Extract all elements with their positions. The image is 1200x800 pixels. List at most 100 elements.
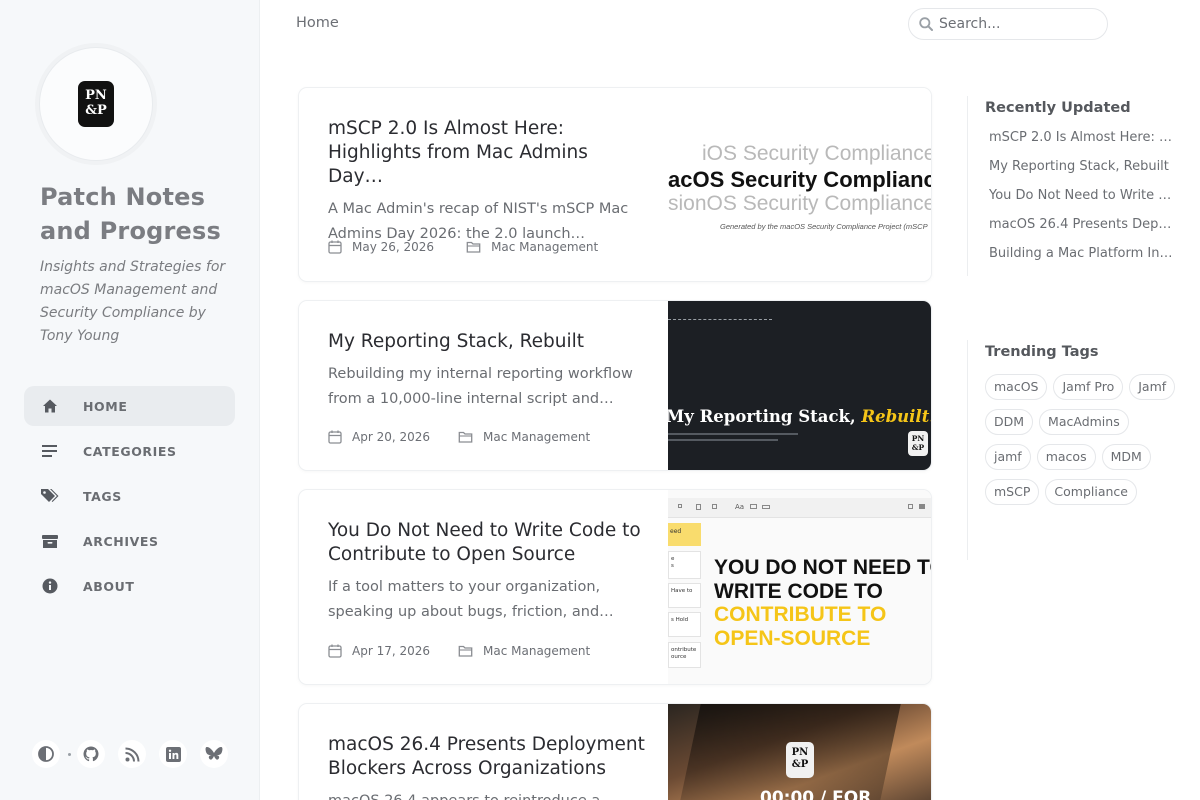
post-title[interactable]: My Reporting Stack, Rebuilt [328,330,648,354]
post-card-body: mSCP 2.0 Is Almost Here: Highlights from… [328,117,648,247]
sidebar: PN &P Patch Notes and Progress Insights … [0,0,260,800]
trending-tags-panel: Trending Tags macOS Jamf Pro Jamf DDM Ma… [967,340,1187,560]
post-thumbnail[interactable]: iOS Security Compliance acOS Security Co… [668,88,931,281]
folder-icon [458,431,473,443]
tag-chip[interactable]: MacAdmins [1039,409,1129,435]
nav-item-categories[interactable]: CATEGORIES [24,431,235,471]
sidebar-nav: HOME CATEGORIES TAGS ARCHIVES ABOUT [24,386,235,611]
post-date: Apr 20, 2026 [352,430,431,444]
nav-label: TAGS [83,488,122,504]
nav-item-tags[interactable]: TAGS [24,476,235,516]
thumb-toolbar: Aa [668,498,931,518]
post-description: macOS 26.4 appears to reintroduce a logi… [328,789,648,800]
post-thumbnail[interactable]: My Reporting Stack, Rebuilt. PN &P [668,301,931,470]
thumb-logo: PN &P [786,742,814,778]
post-thumbnail[interactable]: PN &P 00:00 / FOR [668,704,931,800]
github-icon[interactable] [77,740,105,768]
calendar-icon [328,644,342,658]
post-category[interactable]: Mac Management [491,240,598,254]
avatar[interactable]: PN &P [39,47,153,161]
site-subtitle: Insights and Strategies for macOS Manage… [40,259,226,344]
archive-icon [41,532,59,550]
post-card[interactable]: You Do Not Need to Write Code to Contrib… [299,490,931,684]
nav-label: ABOUT [83,578,135,594]
home-icon [41,397,59,415]
post-title[interactable]: macOS 26.4 Presents Deployment Blockers … [328,733,648,781]
sticky-note: Have to [668,583,701,608]
thumb-headline: YOU DO NOT NEED TO WRITE CODE TO CONTRIB… [714,556,931,650]
recent-post-link[interactable]: Building a Mac Platform Intelligence [985,246,1175,275]
panel-title: Recently Updated [985,100,1131,116]
calendar-icon [328,430,342,444]
nav-label: CATEGORIES [83,443,177,459]
nav-label: HOME [83,398,128,414]
tag-chip[interactable]: macos [1036,444,1096,470]
tag-chip[interactable]: mSCP [985,479,1040,505]
post-thumbnail[interactable]: Aa eed e s Have to s Hold ontribute ourc… [668,490,931,684]
tag-chip[interactable]: DDM [985,409,1034,435]
post-meta: Apr 20, 2026 Mac Management [328,430,590,444]
thumb-text: acOS Security Compliance [668,167,931,192]
folder-icon [458,645,473,657]
post-card[interactable]: macOS 26.4 Presents Deployment Blockers … [299,704,931,800]
thumb-divider [668,319,772,320]
separator-dot [68,752,71,756]
site-title[interactable]: Patch Notes and Progress [40,180,240,248]
info-icon [41,577,59,595]
nav-item-home[interactable]: HOME [24,386,235,426]
thumb-text: 00:00 / FOR [760,788,872,800]
thumb-text: sionOS Security Compliance [668,192,931,215]
panel-title: Trending Tags [985,344,1099,360]
sticky-note: ontribute ource [668,642,701,668]
post-description: Rebuilding my internal reporting workflo… [328,366,633,407]
breadcrumb: Home [296,15,339,31]
recently-updated-panel: Recently Updated mSCP 2.0 Is Almost Here… [967,96,1187,276]
thumb-text: iOS Security Compliance [702,142,931,165]
rss-icon[interactable] [118,740,146,768]
sticky-note: e s [668,551,701,579]
bluesky-icon[interactable] [200,740,228,768]
sidebar-footer [32,738,241,770]
theme-toggle-icon[interactable] [32,740,60,768]
folder-icon [466,241,481,253]
post-card-body: macOS 26.4 Presents Deployment Blockers … [328,733,648,800]
calendar-icon [328,240,342,254]
search-input[interactable] [939,16,1099,32]
tag-chip[interactable]: Jamf Pro [1053,374,1124,400]
site-logo: PN &P [78,81,114,127]
recent-post-link[interactable]: You Do Not Need to Write Code to Contrib… [985,188,1175,217]
post-card[interactable]: My Reporting Stack, Rebuilt Rebuilding m… [299,301,931,470]
post-card-body: You Do Not Need to Write Code to Contrib… [328,519,648,625]
post-category[interactable]: Mac Management [483,430,590,444]
search-icon [919,17,933,31]
post-card-body: My Reporting Stack, Rebuilt Rebuilding m… [328,330,648,412]
nav-item-archives[interactable]: ARCHIVES [24,521,235,561]
thumb-headline: My Reporting Stack, Rebuilt. [668,407,931,426]
nav-item-about[interactable]: ABOUT [24,566,235,606]
tag-chip[interactable]: MDM [1101,444,1151,470]
nav-label: ARCHIVES [83,533,159,549]
post-date: Apr 17, 2026 [352,644,431,658]
post-meta: May 26, 2026 Mac Management [328,240,598,254]
recent-post-link[interactable]: My Reporting Stack, Rebuilt [985,159,1175,188]
post-title[interactable]: mSCP 2.0 Is Almost Here: Highlights from… [328,117,648,189]
tag-chip[interactable]: jamf [985,444,1031,470]
search-box[interactable] [908,8,1108,40]
tag-cloud: macOS Jamf Pro Jamf DDM MacAdmins jamf m… [985,374,1185,514]
tag-chip[interactable]: Compliance [1045,479,1137,505]
tags-icon [41,487,59,505]
post-category[interactable]: Mac Management [483,644,590,658]
post-card[interactable]: mSCP 2.0 Is Almost Here: Highlights from… [299,88,931,281]
tag-chip[interactable]: Jamf [1129,374,1176,400]
tag-chip[interactable]: macOS [985,374,1048,400]
recent-post-link[interactable]: mSCP 2.0 Is Almost Here: Highlights from… [985,130,1175,159]
thumb-caption: Generated by the macOS Security Complian… [720,222,928,231]
linkedin-icon[interactable] [159,740,187,768]
thumb-logo: PN &P [908,431,928,456]
recent-post-link[interactable]: macOS 26.4 Presents Deployment Blockers [985,217,1175,246]
post-title[interactable]: You Do Not Need to Write Code to Contrib… [328,519,648,567]
sticky-note: s Hold [668,612,701,637]
post-meta: Apr 17, 2026 Mac Management [328,644,590,658]
post-date: May 26, 2026 [352,240,435,254]
list-icon [41,442,59,460]
